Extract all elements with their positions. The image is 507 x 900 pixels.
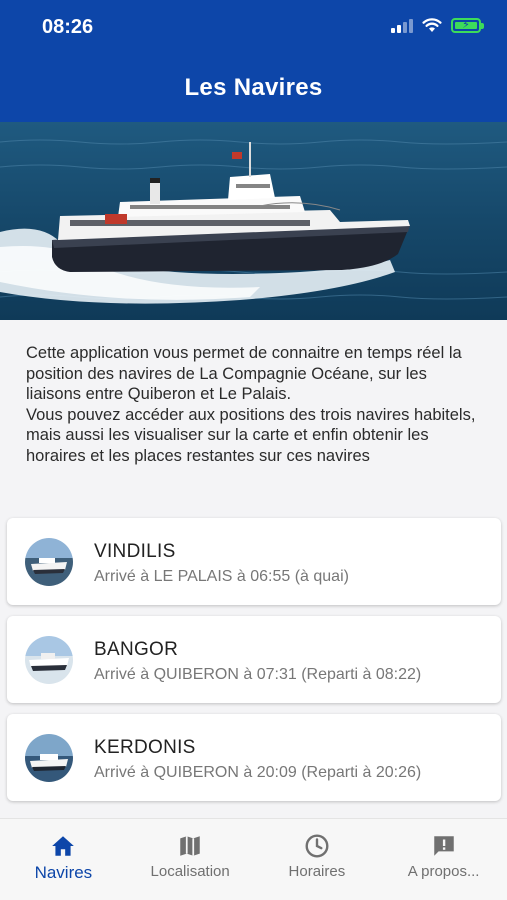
ship-name: VINDILIS [94, 541, 176, 562]
app-header: 08:26 ⚡ Les Navires [0, 0, 507, 122]
ship-name: KERDONIS [94, 737, 196, 758]
bottom-tab-bar: Navires Localisation Horaires A propos..… [0, 818, 507, 900]
ship-avatar [25, 734, 73, 782]
intro-paragraph: Cette application vous permet de connait… [26, 344, 476, 465]
ship-avatar [25, 538, 73, 586]
map-icon [180, 836, 200, 856]
cellular-signal-icon [391, 18, 413, 33]
ship-status: Arrivé à QUIBERON à 07:31 (Reparti à 08:… [94, 666, 422, 683]
page-title: Les Navires [184, 74, 323, 101]
tab-label: A propos... [407, 863, 480, 880]
tab-navires[interactable]: Navires [0, 819, 127, 900]
battery-icon: ⚡ [451, 18, 484, 33]
status-time: 08:26 [42, 16, 94, 38]
tab-horaires[interactable]: Horaires [254, 819, 381, 900]
tab-label: Horaires [288, 863, 346, 880]
intro-text: Cette application vous permet de connait… [26, 343, 486, 466]
clock-icon [305, 834, 329, 858]
tab-label: Navires [34, 863, 93, 882]
ship-status: Arrivé à QUIBERON à 20:09 (Reparti à 20:… [94, 764, 422, 781]
ship-card-kerdonis[interactable]: KERDONIS Arrivé à QUIBERON à 20:09 (Repa… [7, 714, 501, 801]
home-icon [52, 836, 75, 856]
tab-label: Localisation [150, 863, 230, 880]
alert-message-icon [433, 836, 454, 856]
ship-avatar [25, 636, 73, 684]
ship-name: BANGOR [94, 639, 179, 660]
ship-card-vindilis[interactable]: VINDILIS Arrivé à LE PALAIS à 06:55 (à q… [7, 518, 501, 605]
tab-localisation[interactable]: Localisation [127, 819, 254, 900]
ship-status: Arrivé à LE PALAIS à 06:55 (à quai) [94, 568, 349, 585]
status-icons: ⚡ [391, 18, 484, 33]
ship-card-bangor[interactable]: BANGOR Arrivé à QUIBERON à 07:31 (Repart… [7, 616, 501, 703]
tab-a-propos[interactable]: A propos... [380, 819, 507, 900]
wifi-icon [422, 18, 442, 32]
hero-ship-image [0, 122, 507, 320]
